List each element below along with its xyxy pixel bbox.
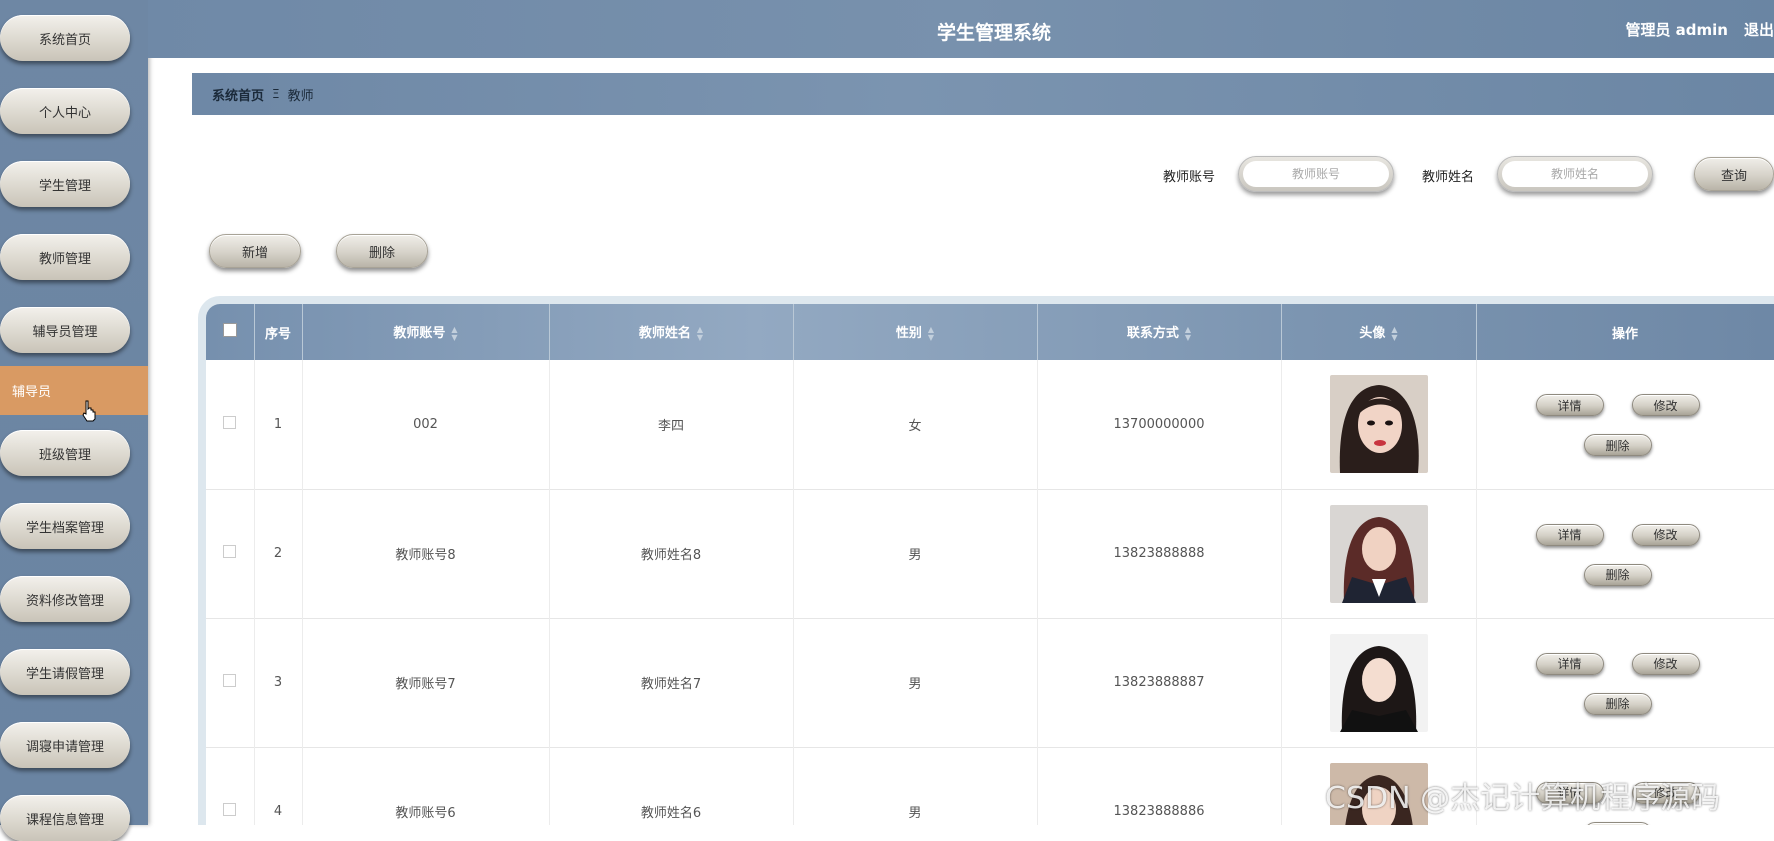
row-checkbox[interactable] — [223, 415, 237, 429]
row-index: 1 — [254, 360, 303, 489]
column-header-avatar[interactable]: 头像 ▲ ▼ — [1281, 304, 1477, 360]
row-index: 3 — [254, 618, 303, 747]
avatar-image — [1329, 375, 1428, 474]
breadcrumb: 系统首页 Ξ 教师 — [192, 73, 1774, 115]
row-phone: 13700000000 — [1037, 360, 1282, 489]
row-name: 教师姓名6 — [549, 747, 794, 825]
sort-icon[interactable]: ▲ ▼ — [1185, 325, 1191, 342]
breadcrumb-home[interactable]: 系统首页 — [212, 85, 264, 104]
table-row: 1 002 李四 女 13700000000 详情 修改 删除 — [206, 360, 1774, 489]
edit-button[interactable]: 修改 — [1631, 394, 1700, 416]
sidebar-item-counselor-management[interactable]: 辅导员管理 — [0, 307, 130, 353]
select-all-checkbox[interactable] — [222, 323, 237, 337]
edit-button[interactable]: 修改 — [1631, 781, 1700, 804]
sidebar: 系统首页 个人中心 学生管理 教师管理 辅导员管理 辅导员 班级管理 学生档案管… — [0, 0, 148, 841]
sidebar-item-student-archive-management[interactable]: 学生档案管理 — [0, 503, 130, 549]
column-header-name[interactable]: 教师姓名 ▲ ▼ — [549, 304, 794, 360]
batch-delete-button[interactable]: 删除 — [336, 234, 428, 268]
query-button[interactable]: 查询 — [1694, 157, 1774, 191]
sidebar-item-dorm-change-management[interactable]: 调寝申请管理 — [0, 722, 130, 768]
avatar-image — [1329, 762, 1428, 825]
name-search-field — [1497, 156, 1653, 192]
add-button[interactable]: 新增 — [209, 234, 301, 268]
avatar-image — [1329, 504, 1428, 603]
delete-button[interactable]: 删除 — [1583, 563, 1652, 586]
row-checkbox[interactable] — [223, 545, 237, 558]
row-phone: 13823888888 — [1037, 489, 1282, 618]
sort-icon[interactable]: ▲ ▼ — [451, 325, 457, 342]
table-row: 4 教师账号6 教师姓名6 男 13823888886 详情 修改 删除 — [206, 747, 1774, 825]
edit-button[interactable]: 修改 — [1631, 523, 1700, 546]
sort-icon[interactable]: ▲ ▼ — [1391, 325, 1397, 342]
row-account: 教师账号6 — [302, 747, 550, 825]
row-actions: 详情 修改 删除 — [1476, 747, 1774, 825]
row-index: 4 — [254, 747, 303, 825]
row-actions: 详情 修改 删除 — [1476, 618, 1774, 747]
sidebar-item-student-leave-management[interactable]: 学生请假管理 — [0, 649, 130, 695]
column-header-gender[interactable]: 性别 ▲ ▼ — [793, 304, 1038, 360]
row-name: 教师姓名8 — [549, 489, 794, 618]
row-index: 2 — [254, 489, 303, 618]
current-user: 管理员 admin — [1625, 21, 1728, 39]
detail-button[interactable]: 详情 — [1535, 523, 1604, 546]
top-header: 学生管理系统 管理员 admin 退出 — [148, 0, 1774, 58]
account-search-label: 教师账号 — [1163, 170, 1216, 185]
sidebar-item-profile-change-management[interactable]: 资料修改管理 — [0, 576, 130, 622]
sort-icon[interactable]: ▲ ▼ — [697, 325, 703, 342]
account-search-input[interactable] — [1243, 161, 1389, 187]
column-header-phone[interactable]: 联系方式 ▲ ▼ — [1037, 304, 1282, 360]
column-header-actions: 操作 — [1476, 304, 1774, 360]
row-account: 教师账号7 — [302, 618, 550, 747]
row-gender: 女 — [793, 360, 1038, 489]
delete-button[interactable]: 删除 — [1583, 692, 1652, 715]
sidebar-item-home[interactable]: 系统首页 — [0, 15, 130, 61]
row-actions: 详情 修改 删除 — [1476, 360, 1774, 489]
teacher-table: 序号 教师账号 ▲ ▼ 教师姓名 ▲ ▼ 性别 ▲ ▼ 联系方式 ▲ ▼ 头像 ▲ ▼ 操作 1 0… — [198, 296, 1774, 825]
row-name: 教师姓名7 — [549, 618, 794, 747]
name-search-label: 教师姓名 — [1422, 170, 1475, 185]
delete-button[interactable]: 删除 — [1583, 821, 1652, 825]
table-row: 3 教师账号7 教师姓名7 男 13823888887 详情 修改 删除 — [206, 618, 1774, 747]
row-gender: 男 — [793, 747, 1038, 825]
row-phone: 13823888886 — [1037, 747, 1282, 825]
app-title: 学生管理系统 — [936, 22, 1051, 44]
edit-button[interactable]: 修改 — [1631, 652, 1700, 675]
delete-button[interactable]: 删除 — [1583, 434, 1652, 456]
sidebar-item-student-management[interactable]: 学生管理 — [0, 161, 130, 207]
row-actions: 详情 修改 删除 — [1476, 489, 1774, 618]
row-account: 教师账号8 — [302, 489, 550, 618]
row-checkbox[interactable] — [223, 803, 237, 816]
hand-cursor-icon — [82, 400, 96, 422]
account-search-field — [1238, 156, 1394, 192]
row-account: 002 — [302, 360, 550, 489]
row-checkbox[interactable] — [223, 674, 237, 687]
detail-button[interactable]: 详情 — [1535, 394, 1604, 416]
breadcrumb-current: 教师 — [287, 88, 314, 104]
detail-button[interactable]: 详情 — [1535, 781, 1604, 804]
column-header-index: 序号 — [254, 304, 303, 360]
row-phone: 13823888887 — [1037, 618, 1282, 747]
detail-button[interactable]: 详情 — [1535, 652, 1604, 675]
logout-link[interactable]: 退出 — [1744, 19, 1774, 40]
breadcrumb-separator-icon: Ξ — [272, 87, 280, 101]
sidebar-item-personal-center[interactable]: 个人中心 — [0, 88, 130, 134]
sidebar-subitem-counselor[interactable]: 辅导员 — [0, 366, 148, 415]
table-row: 2 教师账号8 教师姓名8 男 13823888888 详情 修改 删除 — [206, 489, 1774, 618]
row-gender: 男 — [793, 618, 1038, 747]
sidebar-item-teacher-management[interactable]: 教师管理 — [0, 234, 130, 280]
name-search-input[interactable] — [1502, 161, 1648, 187]
column-header-account[interactable]: 教师账号 ▲ ▼ — [302, 304, 550, 360]
sort-icon[interactable]: ▲ ▼ — [928, 325, 934, 342]
row-gender: 男 — [793, 489, 1038, 618]
row-name: 李四 — [549, 360, 794, 489]
avatar-image — [1329, 633, 1428, 732]
table-header-row: 序号 教师账号 ▲ ▼ 教师姓名 ▲ ▼ 性别 ▲ ▼ 联系方式 ▲ ▼ 头像 ▲ ▼ 操作 — [206, 304, 1774, 360]
sidebar-item-course-management[interactable]: 课程信息管理 — [0, 795, 130, 841]
select-all-cell — [206, 304, 255, 360]
sidebar-item-class-management[interactable]: 班级管理 — [0, 430, 130, 476]
